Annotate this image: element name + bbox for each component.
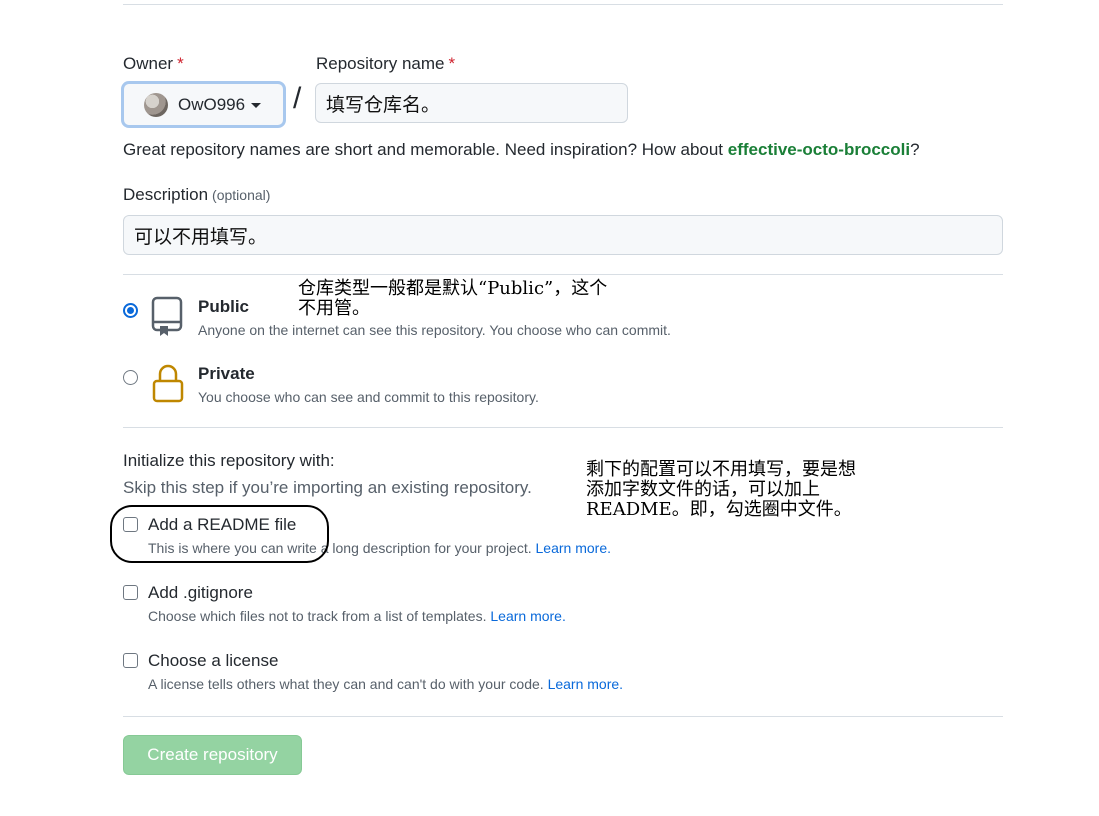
description-input[interactable]: 可以不用填写。 bbox=[123, 215, 1003, 255]
init-subheading: Skip this step if you’re importing an ex… bbox=[123, 478, 532, 497]
gitignore-title: Add .gitignore bbox=[148, 583, 253, 602]
top-divider bbox=[123, 4, 1003, 5]
public-desc: Anyone on the internet can see this repo… bbox=[198, 322, 671, 338]
owner-label: Owner * bbox=[123, 54, 184, 74]
license-desc: A license tells others what they can and… bbox=[148, 676, 623, 692]
license-learn-more-link[interactable]: Learn more. bbox=[548, 676, 623, 692]
public-title: Public bbox=[198, 297, 250, 316]
private-desc: You choose who can see and commit to thi… bbox=[198, 389, 539, 405]
owner-name: OwO996 bbox=[178, 94, 246, 114]
lock-icon bbox=[152, 364, 184, 403]
visibility-divider bbox=[123, 274, 1003, 275]
repo-name-required-mark: * bbox=[448, 54, 456, 73]
owner-repo-separator: / bbox=[293, 82, 302, 115]
readme-highlight-circle bbox=[110, 505, 329, 563]
repo-name-value: 填写仓库名。 bbox=[326, 93, 441, 116]
repo-name-input[interactable]: 填写仓库名。 bbox=[315, 83, 628, 123]
owner-select-button[interactable]: OwO996 bbox=[121, 81, 286, 128]
hint-suffix: ? bbox=[910, 140, 920, 159]
private-title: Private bbox=[198, 364, 255, 383]
init-annotation-line1: 剩下的配置可以不用填写，要是想 bbox=[586, 459, 856, 480]
repo-name-label-text: Repository name bbox=[316, 54, 445, 73]
init-annotation: 剩下的配置可以不用填写，要是想 添加字数文件的话，可以加上 README。即，勾… bbox=[586, 460, 856, 520]
license-title: Choose a license bbox=[148, 651, 279, 670]
create-repository-button[interactable]: Create repository bbox=[123, 735, 302, 775]
bottom-divider bbox=[123, 716, 1003, 717]
repo-name-label: Repository name * bbox=[316, 54, 455, 74]
visibility-annotation: 仓库类型一般都是默认“Public”，这个 不用管。 bbox=[298, 279, 607, 319]
init-annotation-line3: README。即，勾选圈中文件。 bbox=[586, 499, 852, 520]
description-label-text: Description bbox=[123, 185, 209, 204]
visibility-annotation-line2: 不用管。 bbox=[298, 298, 370, 319]
caret-down-icon bbox=[251, 103, 262, 108]
repo-book-icon bbox=[151, 296, 183, 336]
gitignore-checkbox[interactable] bbox=[123, 585, 138, 600]
init-heading: Initialize this repository with: bbox=[123, 451, 335, 470]
description-value: 可以不用填写。 bbox=[134, 225, 268, 248]
init-annotation-line2: 添加字数文件的话，可以加上 bbox=[586, 479, 820, 500]
visibility-annotation-line1: 仓库类型一般都是默认“Public”，这个 bbox=[298, 278, 608, 299]
readme-learn-more-link[interactable]: Learn more. bbox=[536, 540, 611, 556]
gitignore-desc: Choose which files not to track from a l… bbox=[148, 608, 566, 624]
repo-name-hint: Great repository names are short and mem… bbox=[123, 140, 920, 160]
description-label: Description (optional) bbox=[123, 185, 270, 205]
gitignore-learn-more-link[interactable]: Learn more. bbox=[490, 608, 565, 624]
public-radio[interactable] bbox=[123, 303, 138, 318]
avatar bbox=[144, 92, 168, 117]
gitignore-desc-text: Choose which files not to track from a l… bbox=[148, 608, 487, 624]
hint-prefix: Great repository names are short and mem… bbox=[123, 140, 728, 159]
license-checkbox[interactable] bbox=[123, 653, 138, 668]
owner-label-text: Owner bbox=[123, 54, 174, 73]
private-radio[interactable] bbox=[123, 370, 138, 385]
name-suggestion-link[interactable]: effective-octo-broccoli bbox=[728, 140, 910, 159]
init-divider bbox=[123, 427, 1003, 428]
optional-tag: (optional) bbox=[212, 187, 271, 203]
owner-required-mark: * bbox=[177, 54, 184, 73]
license-desc-text: A license tells others what they can and… bbox=[148, 676, 544, 692]
